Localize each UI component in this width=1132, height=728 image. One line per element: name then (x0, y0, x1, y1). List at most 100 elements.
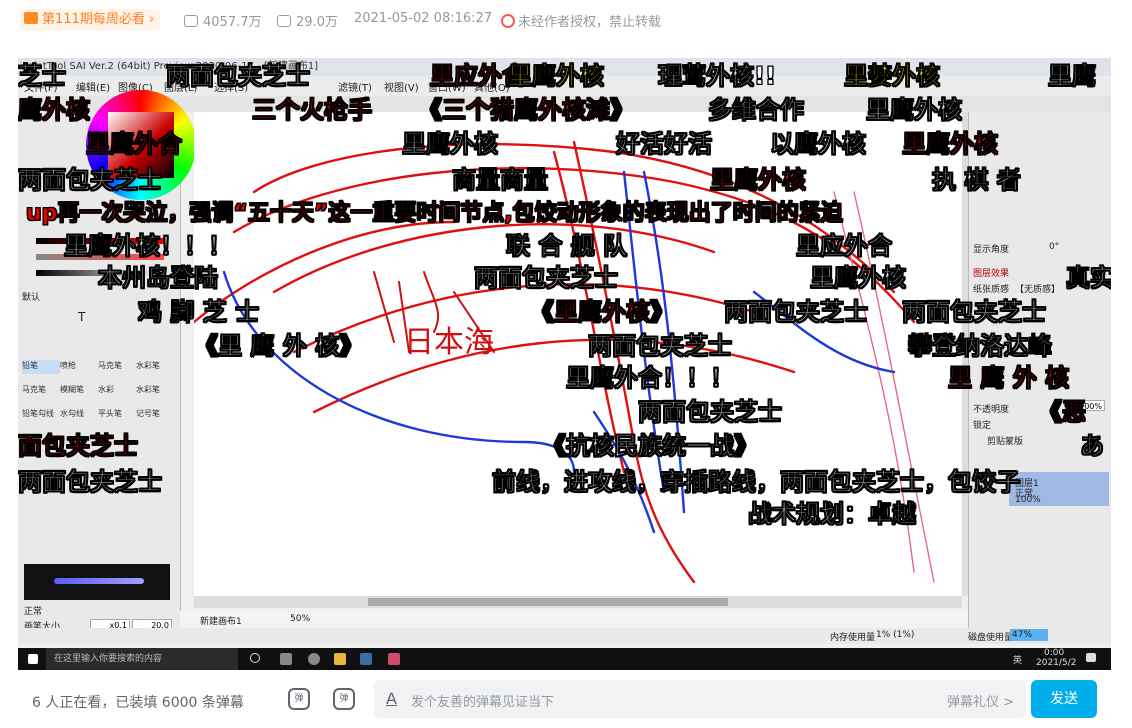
danmaku-count: 29.0万 (277, 11, 338, 30)
danmaku: 执 棋 者 (932, 166, 1021, 195)
windows-start-icon[interactable] (28, 654, 38, 664)
task-view-icon[interactable] (280, 653, 292, 665)
canvas-tab[interactable]: 新建画布1 (200, 614, 242, 627)
notification-icon[interactable] (1086, 653, 1096, 662)
watching-count: 6 人正在看，已装填 6000 条弹幕 (32, 695, 244, 711)
layer-item[interactable]: 图层1 正常 100% (1009, 472, 1109, 506)
clip-mask-label[interactable]: 剪贴蒙版 (987, 434, 1023, 447)
danmaku-toggle-icon[interactable]: 弹 (288, 688, 310, 710)
danmaku: 里婪外核 (844, 62, 941, 91)
badge-icon (24, 12, 38, 24)
ime-indicator[interactable]: 英 (1013, 653, 1022, 666)
tool-water-line[interactable]: 水勾线 (60, 408, 98, 422)
danmaku: 攀登纳洛达峰 (908, 332, 1053, 361)
danmaku: 好活好活 (616, 130, 713, 159)
copyright-notice: 未经作者授权，禁止转载 (501, 11, 661, 30)
texture-value[interactable]: 【无质感】 (1015, 282, 1060, 295)
danmaku: 两面包夹芝士 (638, 398, 783, 427)
browser-icon[interactable] (308, 653, 320, 665)
danmaku-placeholder: 发个友善的弹幕见证当下 (411, 695, 555, 710)
video-info-bar: 第111期每周必看 › 4057.7万 29.0万 2021-05-02 08:… (0, 0, 1132, 42)
tool-pencil-line[interactable]: 铅笔勾线 (22, 408, 60, 422)
danmaku: 鹰外核 (18, 96, 90, 125)
menu-filter[interactable]: 滤镜(T) (338, 79, 372, 94)
tool-blur[interactable]: 模糊笔 (60, 384, 98, 398)
danmaku: 真实 (1066, 264, 1111, 293)
lock-label: 锁定 (973, 421, 992, 431)
tool-watercolor-2[interactable]: 水彩 (98, 384, 136, 398)
disk-value: 47% (1012, 630, 1033, 640)
layer-opacity: 100% (1015, 495, 1041, 505)
danmaku: 里鹰外核 (902, 130, 999, 159)
tool-marker-2[interactable]: 马克笔 (22, 384, 60, 398)
danmaku-etiquette-link[interactable]: 弹幕礼仪 > (947, 691, 1014, 710)
taskbar-search-box[interactable]: 在这里输入你要搜索的内容 (46, 648, 238, 670)
danmaku: 两面包夹芝士 (902, 298, 1047, 327)
tool-pencil[interactable]: 铅笔 (22, 360, 60, 374)
text-tool-icon[interactable]: T (78, 310, 85, 324)
brush-mode[interactable]: 正常 (24, 604, 42, 617)
scrollbar-thumb[interactable] (368, 598, 728, 606)
opacity-label: 不透明度 (973, 405, 1010, 415)
view-count: 4057.7万 (184, 11, 262, 30)
tool-watercolor[interactable]: 水彩笔 (136, 360, 174, 374)
layer-effect-label[interactable]: 图层效果 (973, 266, 1009, 279)
font-style-icon[interactable]: A (386, 689, 397, 708)
danmaku: 战术规划：卓越 (748, 500, 917, 529)
menu-view[interactable]: 视图(V) (384, 79, 419, 94)
danmaku: 两面包夹芝士 (166, 62, 311, 91)
angle-value[interactable]: 0° (1049, 242, 1059, 252)
weekly-badge[interactable]: 第111期每周必看 › (20, 9, 161, 31)
danmaku: up再一次哭泣，强调“五十天”这一重要时间节点,包饺动形象的表现出了时间的紧迫 (26, 201, 843, 227)
tool-airbrush[interactable]: 喷枪 (60, 360, 98, 374)
texture-label: 纸张质感 (973, 285, 1010, 295)
danmaku-settings-icon[interactable]: 弹 (333, 688, 355, 710)
danmaku: 里鹰外核 (866, 96, 963, 125)
sai-app-icon[interactable] (388, 653, 400, 665)
memory-value: 1% (1%) (876, 630, 915, 640)
publish-date: 2021-05-02 08:16:27 (354, 11, 493, 26)
danmaku: 本州岛登陆 (98, 264, 219, 293)
danmaku: 面包夹芝士 (18, 432, 138, 461)
danmaku: 两面包夹芝士 (474, 264, 619, 293)
angle-label: 显示角度 (973, 245, 1010, 255)
danmaku: 《恶 (1038, 398, 1087, 427)
danmaku: 鸡 脚 芝 士 (138, 298, 260, 327)
tool-marker-pen[interactable]: 记号笔 (136, 408, 174, 422)
app-icon[interactable] (360, 653, 372, 665)
menu-edit[interactable]: 编辑(E) (76, 79, 110, 94)
danmaku-input[interactable]: A 发个友善的弹幕见证当下 弹幕礼仪 > (374, 680, 1026, 718)
memory-label: 内存使用量 (830, 633, 876, 643)
send-button[interactable]: 发送 (1031, 680, 1097, 718)
tool-flat-brush[interactable]: 平头笔 (98, 408, 136, 422)
tool-watercolor-3[interactable]: 水彩笔 (136, 384, 174, 398)
danmaku: 两面包夹芝士 (18, 166, 162, 195)
brush-stroke-preview (24, 564, 170, 600)
danmaku: 以鹰外核 (770, 130, 867, 159)
play-icon (184, 15, 198, 27)
forbidden-icon (501, 14, 515, 28)
sea-label: 日本海 (404, 325, 494, 360)
danmaku: 三个火枪手 (252, 96, 373, 125)
danmaku: 两面包夹芝士 (18, 468, 162, 497)
danmaku: 里鹰外核！！！ (64, 232, 233, 261)
windows-taskbar: 在这里输入你要搜索的内容 英 0:00 2021/5/2 (18, 648, 1111, 670)
video-player[interactable]: PaintTool SAI Ver.2 (64bit) Preview 2020… (18, 58, 1111, 670)
clock-time[interactable]: 0:00 (1044, 648, 1064, 658)
danmaku: 理莺外核!! (658, 62, 776, 91)
file-explorer-icon[interactable] (334, 653, 346, 665)
clock-date[interactable]: 2021/5/2 (1036, 658, 1076, 668)
danmaku: 《里鹰外核》 (530, 298, 675, 327)
danmaku: 两面包夹芝士 (588, 332, 733, 361)
danmaku: 里鹰外合 (86, 130, 183, 159)
danmaku: 芝士 (18, 62, 66, 91)
danmaku: 两面包夹芝士 (724, 298, 869, 327)
danmaku: 多维合作 (708, 96, 805, 125)
danmaku: 里鹰外合！！！ (566, 364, 735, 393)
palette-tab[interactable]: 默认 (22, 290, 40, 303)
cortana-icon[interactable] (250, 653, 260, 663)
tool-marker[interactable]: 马克笔 (98, 360, 136, 374)
canvas-tab-row: 新建画布1 50% (180, 611, 968, 628)
danmaku: 《里 鹰 外 核》 (194, 332, 364, 361)
danmaku: 《抗核民族统一战》 (542, 432, 759, 461)
